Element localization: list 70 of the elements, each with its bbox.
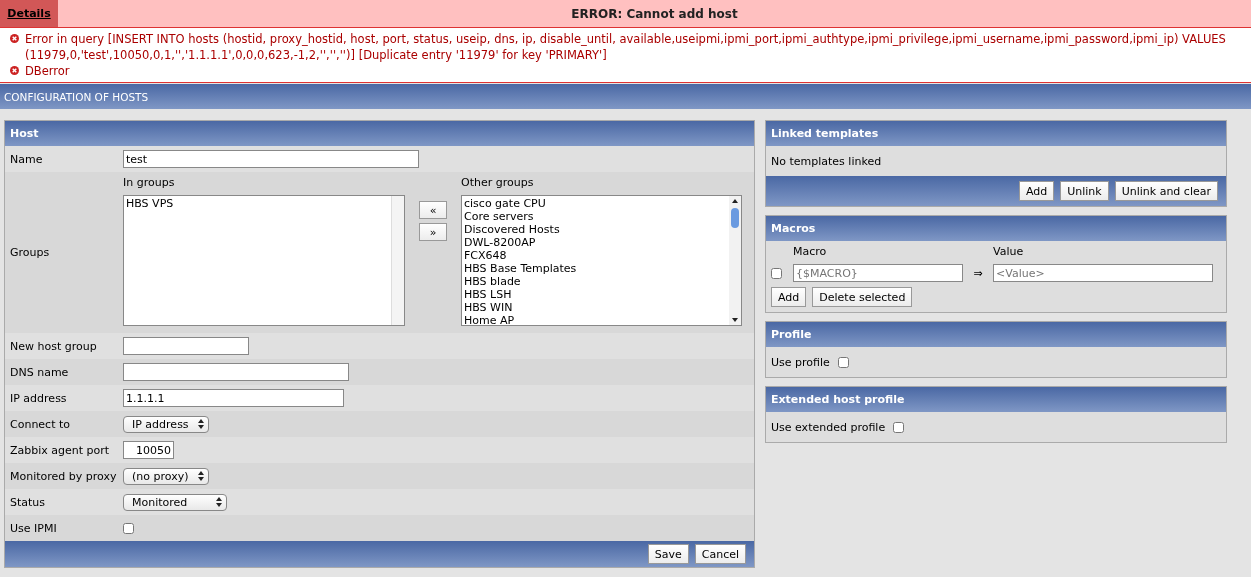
page-title: CONFIGURATION OF HOSTS <box>0 84 1251 109</box>
macro-field[interactable]: {$MACRO} <box>793 264 963 282</box>
checkbox[interactable] <box>123 522 134 534</box>
text-field[interactable]: 10050 <box>123 441 174 459</box>
text-field[interactable]: 1.1.1.1 <box>123 389 344 407</box>
list-box[interactable]: HBS VPS <box>123 195 405 326</box>
column-header: Macro <box>793 245 828 258</box>
template-button[interactable]: Add <box>1018 181 1055 201</box>
text-field[interactable]: test <box>123 150 419 168</box>
list-item[interactable]: HBS WIN <box>464 301 727 314</box>
scrollbar[interactable] <box>729 196 741 325</box>
value-field[interactable]: <Value> <box>993 264 1213 282</box>
form-button[interactable]: Cancel <box>694 544 746 564</box>
error-title: ERROR: Cannot add host <box>570 5 739 23</box>
panel-title: Macros <box>766 216 1226 241</box>
macro-button[interactable]: Delete selected <box>812 287 913 307</box>
checkbox[interactable] <box>771 267 782 279</box>
dropdown[interactable]: IP address <box>123 415 209 433</box>
macro-button[interactable]: Add <box>771 287 807 307</box>
list-box[interactable]: cisco gate CPU Core servers Discovered Hosts DWL-8200AP FCX648 HBS Base Templates HBS blade HBS LSH HBS WIN Home AP <box>461 195 742 326</box>
list-item[interactable]: FCX648 <box>464 249 727 262</box>
field-label: Name <box>9 152 44 166</box>
details-link[interactable]: Details <box>0 0 58 27</box>
list-item[interactable]: Core servers <box>464 210 727 223</box>
template-button[interactable]: Unlink <box>1060 181 1109 201</box>
list-item[interactable]: HBS blade <box>464 275 727 288</box>
panel-title: Linked templates <box>766 121 1226 146</box>
list-item[interactable]: cisco gate CPU <box>464 197 727 210</box>
field-label: Monitored by proxy <box>9 469 118 483</box>
field-label: Use profile <box>771 355 830 369</box>
list-item[interactable]: Discovered Hosts <box>464 223 727 236</box>
field-label: Groups <box>9 246 51 259</box>
text-field[interactable] <box>123 337 249 355</box>
error-message: DBerror <box>25 63 70 79</box>
list-item[interactable]: HBS Base Templates <box>464 262 727 275</box>
empty-message: No templates linked <box>771 154 882 168</box>
move-button[interactable]: » <box>419 223 447 241</box>
column-header: Value <box>993 245 1025 258</box>
move-button[interactable]: « <box>419 201 447 219</box>
list-item[interactable]: DWL-8200AP <box>464 236 727 249</box>
list-item[interactable]: Home AP <box>464 314 727 327</box>
column-label: In groups <box>123 176 176 189</box>
field-label: Use extended profile <box>771 420 886 434</box>
form-button[interactable]: Save <box>647 544 689 564</box>
panel-title: Profile <box>766 322 1226 347</box>
panel-title: Host <box>5 121 754 146</box>
error-message: Error in query [INSERT INTO hosts (hostid, proxy_hostid, host, port, status, useip, dns, ip, disable_until, available,useipmi,ipmi_port,ipmi_authtype,ipmi_privilege,ipmi_username,ipmi_password,ipmi_ip) VALUES (11979,0,'test',10050,0,1,'','1.1.1.1',0,0,0,623,-1,2,'','','')] [Duplicate entry '11979' for key 'PRIMARY'] <box>25 31 1227 63</box>
field-label: Zabbix agent port <box>9 443 111 457</box>
template-button[interactable]: Unlink and clear <box>1114 181 1218 201</box>
error-icon <box>10 66 19 75</box>
field-label: Connect to <box>9 417 72 431</box>
panel-title: Extended host profile <box>766 387 1226 412</box>
error-icon <box>10 34 19 43</box>
list-item[interactable]: HBS VPS <box>126 197 389 210</box>
field-label: Status <box>9 495 47 509</box>
caret-icon <box>198 471 204 481</box>
dropdown[interactable]: (no proxy) <box>123 467 209 485</box>
checkbox[interactable] <box>837 356 849 368</box>
field-label: IP address <box>9 391 68 405</box>
caret-icon <box>216 497 222 507</box>
column-label: Other groups <box>461 176 535 189</box>
text-field[interactable] <box>123 363 349 381</box>
caret-icon <box>198 419 204 429</box>
arrow-glyph: ⇒ <box>972 266 984 280</box>
list-item[interactable]: HBS LSH <box>464 288 727 301</box>
field-label: Use IPMI <box>9 521 58 535</box>
field-label: DNS name <box>9 365 70 379</box>
dropdown[interactable]: Monitored <box>123 493 227 511</box>
checkbox[interactable] <box>893 421 905 433</box>
field-label: New host group <box>9 339 98 353</box>
